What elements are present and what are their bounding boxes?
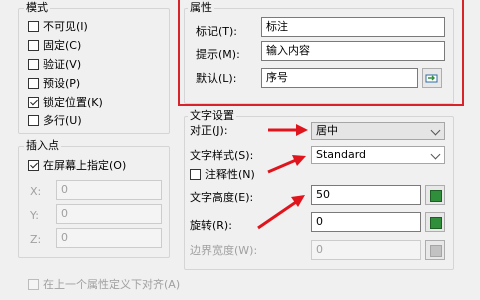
justify-select-value: 居中 xyxy=(316,124,338,137)
verify-checkbox[interactable]: 验证(V) xyxy=(28,56,81,72)
boundary-width-label: 边界宽度(W): xyxy=(190,244,258,257)
tag-label: 标记(T): xyxy=(196,25,238,38)
prompt-label: 提示(M): xyxy=(196,48,240,61)
insert-field-icon xyxy=(425,74,438,83)
rotation-label: 旋转(R): xyxy=(190,219,232,232)
lock-position-checkbox-label: 锁定位置(K) xyxy=(43,96,103,109)
default-label: 默认(L): xyxy=(196,72,237,85)
align-below-label: 在上一个属性定义下对齐(A) xyxy=(43,278,181,291)
x-label: X: xyxy=(30,185,42,198)
constant-checkbox[interactable]: 固定(C) xyxy=(28,37,81,53)
text-style-select-value: Standard xyxy=(316,148,367,161)
annotative-checkbox-box[interactable] xyxy=(190,168,201,180)
align-below-checkbox-box[interactable] xyxy=(28,278,39,290)
verify-checkbox-box[interactable] xyxy=(28,58,39,70)
constant-checkbox-label: 固定(C) xyxy=(43,39,82,52)
invisible-checkbox[interactable]: 不可见(I) xyxy=(28,18,88,34)
pick-point-icon xyxy=(430,245,442,257)
attribute-group-title: 属性 xyxy=(188,1,214,14)
chevron-down-icon xyxy=(430,125,441,136)
insert-field-button[interactable] xyxy=(422,68,442,88)
lock-position-checkbox-box[interactable] xyxy=(28,96,39,108)
text-style-select[interactable]: Standard xyxy=(311,146,445,164)
multiline-checkbox-box[interactable] xyxy=(28,114,39,126)
text-settings-group-title: 文字设置 xyxy=(188,109,236,122)
z-label: Z: xyxy=(30,233,42,246)
tag-input[interactable]: 标注 xyxy=(261,17,445,37)
x-input[interactable]: 0 xyxy=(56,180,162,200)
pick-point-icon xyxy=(430,190,442,202)
invisible-checkbox-label: 不可见(I) xyxy=(43,20,88,33)
pick-point-icon xyxy=(430,217,442,229)
annotative-checkbox[interactable]: 注释性(N) xyxy=(190,166,255,182)
preset-checkbox[interactable]: 预设(P) xyxy=(28,75,80,91)
insertion-group-title: 插入点 xyxy=(24,139,61,152)
text-height-input[interactable]: 50 xyxy=(311,185,421,205)
lock-position-checkbox[interactable]: 锁定位置(K) xyxy=(28,94,103,110)
preset-checkbox-label: 预设(P) xyxy=(43,77,81,90)
chevron-down-icon xyxy=(430,149,441,160)
y-input[interactable]: 0 xyxy=(56,204,162,224)
boundary-width-input[interactable]: 0 xyxy=(311,240,421,260)
specify-onscreen-checkbox[interactable]: 在屏幕上指定(O) xyxy=(28,157,126,173)
pick-height-button[interactable] xyxy=(425,185,445,205)
verify-checkbox-label: 验证(V) xyxy=(43,58,82,71)
multiline-checkbox-label: 多行(U) xyxy=(43,114,82,127)
y-label: Y: xyxy=(30,209,39,222)
z-input[interactable]: 0 xyxy=(56,228,162,248)
text-style-label: 文字样式(S): xyxy=(190,149,254,162)
constant-checkbox-box[interactable] xyxy=(28,39,39,51)
pick-boundary-button[interactable] xyxy=(425,240,445,260)
align-below-checkbox[interactable]: 在上一个属性定义下对齐(A) xyxy=(28,276,180,292)
mode-group-title: 模式 xyxy=(24,1,50,14)
pick-rotation-button[interactable] xyxy=(425,212,445,232)
specify-onscreen-label: 在屏幕上指定(O) xyxy=(43,159,127,172)
annotative-label: 注释性(N) xyxy=(205,168,255,181)
justify-select[interactable]: 居中 xyxy=(311,122,445,140)
preset-checkbox-box[interactable] xyxy=(28,77,39,89)
specify-onscreen-checkbox-box[interactable] xyxy=(28,159,39,171)
invisible-checkbox-box[interactable] xyxy=(28,20,39,32)
rotation-input[interactable]: 0 xyxy=(311,212,421,232)
default-input[interactable]: 序号 xyxy=(261,68,418,88)
justify-label: 对正(J): xyxy=(190,124,228,137)
prompt-input[interactable]: 输入内容 xyxy=(261,41,445,61)
text-height-label: 文字高度(E): xyxy=(190,191,254,204)
multiline-checkbox[interactable]: 多行(U) xyxy=(28,112,82,128)
